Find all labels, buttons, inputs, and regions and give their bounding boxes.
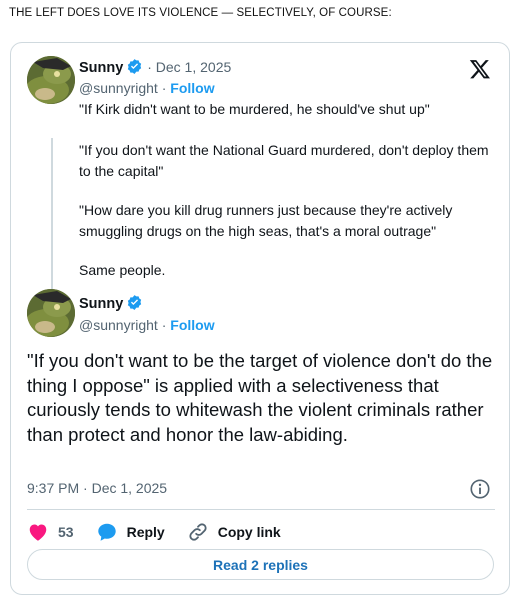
heart-icon xyxy=(29,524,47,541)
read-replies-button[interactable]: Read 2 replies xyxy=(27,549,494,580)
follow-button[interactable]: Follow xyxy=(170,317,214,333)
handle[interactable]: @sunnyright xyxy=(79,317,158,333)
main-handle-row: @sunnyright · Follow xyxy=(79,317,215,333)
action-bar: 53 Reply Copy link xyxy=(27,517,303,547)
reply-button[interactable]: Reply xyxy=(96,521,165,543)
reply-bubble-icon xyxy=(97,523,116,541)
verified-badge-icon xyxy=(126,294,143,311)
post-headline: THE LEFT DOES LOVE ITS VIOLENCE — SELECT… xyxy=(9,7,392,19)
quoted-paragraph: "If you don't want the National Guard mu… xyxy=(79,142,489,179)
quoted-date[interactable]: Dec 1, 2025 xyxy=(156,59,232,75)
quoted-handle-row: @sunnyright · Follow xyxy=(79,80,215,96)
quoted-paragraph: Same people. xyxy=(79,262,166,278)
like-button[interactable]: 53 xyxy=(27,521,74,543)
quoted-paragraph: "How dare you kill drug runners just bec… xyxy=(79,202,453,239)
copy-link-label: Copy link xyxy=(217,524,281,540)
tweet-timestamp[interactable]: 9:37 PM · Dec 1, 2025 xyxy=(27,480,167,496)
avatar-image xyxy=(27,56,75,104)
like-count: 53 xyxy=(58,524,74,540)
verified-badge-icon xyxy=(126,58,143,75)
info-icon[interactable] xyxy=(469,478,491,500)
avatar[interactable] xyxy=(27,289,75,337)
tweet-text: "If you don't want to be the target of v… xyxy=(27,350,493,445)
quoted-author-row: Sunny · Dec 1, 2025 xyxy=(79,58,232,76)
link-icon xyxy=(189,523,207,541)
main-author-row: Sunny xyxy=(79,294,143,312)
copy-link-button[interactable]: Copy link xyxy=(187,521,281,543)
avatar[interactable] xyxy=(27,56,75,104)
follow-button[interactable]: Follow xyxy=(170,80,214,96)
reply-label: Reply xyxy=(126,524,165,540)
handle[interactable]: @sunnyright xyxy=(79,80,158,96)
quoted-paragraph: "If Kirk didn't want to be murdered, he … xyxy=(79,101,430,117)
author-name[interactable]: Sunny xyxy=(79,296,123,312)
embedded-tweet-card[interactable]: Sunny · Dec 1, 2025 @sunnyright · Follow… xyxy=(10,42,510,595)
x-logo-icon[interactable] xyxy=(469,58,491,80)
avatar-image xyxy=(27,289,75,337)
author-name[interactable]: Sunny xyxy=(79,60,123,76)
divider xyxy=(27,509,495,510)
